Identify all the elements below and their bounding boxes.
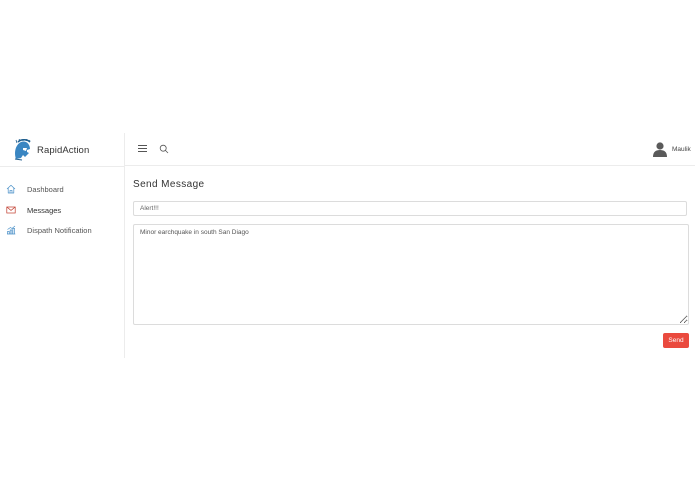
send-button[interactable]: Send bbox=[663, 333, 689, 348]
avatar[interactable] bbox=[653, 141, 667, 157]
user-name[interactable]: Maulik bbox=[672, 146, 691, 153]
search-icon[interactable] bbox=[159, 144, 169, 154]
sidebar-item-label: Dashboard bbox=[27, 185, 64, 194]
hamburger-menu-icon[interactable] bbox=[138, 145, 147, 153]
subject-input[interactable] bbox=[133, 201, 687, 216]
main-content: Send Message Minor earchquake in south S… bbox=[124, 166, 695, 358]
brand: RapidAction bbox=[0, 133, 124, 167]
sidebar: RapidAction Dashboard Messages Dispath N… bbox=[0, 133, 125, 358]
spartan-helmet-logo bbox=[14, 139, 31, 161]
chart-icon bbox=[7, 225, 16, 235]
page-title: Send Message bbox=[133, 179, 205, 190]
brand-name: RapidAction bbox=[37, 145, 90, 156]
mail-icon bbox=[6, 206, 16, 213]
sidebar-item-label: Messages bbox=[27, 205, 62, 215]
sidebar-item-label: Dispath Notification bbox=[27, 226, 92, 235]
sidebar-item-dispath-notification[interactable]: Dispath Notification bbox=[0, 222, 124, 243]
topbar: Maulik bbox=[124, 133, 695, 166]
app-shell: RapidAction Dashboard Messages Dispath N… bbox=[0, 133, 695, 358]
home-icon bbox=[6, 184, 16, 194]
sidebar-item-dashboard[interactable]: Dashboard bbox=[0, 181, 124, 202]
sidebar-nav: Dashboard Messages Dispath Notification bbox=[0, 181, 124, 243]
sidebar-item-messages[interactable]: Messages bbox=[0, 202, 124, 223]
message-textarea[interactable]: Minor earchquake in south San Diago bbox=[133, 224, 689, 325]
